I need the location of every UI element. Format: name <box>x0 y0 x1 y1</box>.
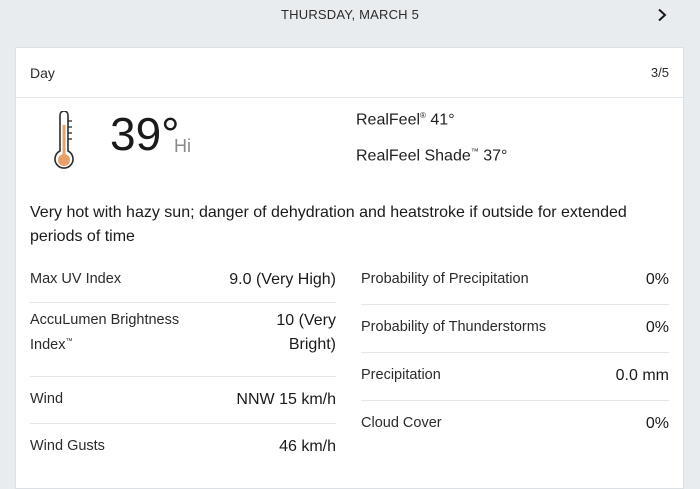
temperature-label: Hi <box>174 136 191 156</box>
details-right-column: Probability of Precipitation 0% Probabil… <box>361 256 669 449</box>
registered-mark: ® <box>420 111 426 120</box>
realfeel-shade-value: 37° <box>483 147 508 165</box>
detail-row-uv: Max UV Index 9.0 (Very High) <box>30 256 336 303</box>
details-left-column: Max UV Index 9.0 (Very High) AccuLumen B… <box>30 256 336 471</box>
card-header: Day 3/5 <box>16 48 683 98</box>
forecast-description: Very hot with hazy sun; danger of dehydr… <box>30 204 627 245</box>
detail-label: Wind <box>30 391 64 407</box>
detail-label: AccuLumen Brightness Index™ <box>30 309 205 376</box>
detail-row-acculumen: AccuLumen Brightness Index™ 10 (Very Bri… <box>30 303 336 377</box>
detail-value: 46 km/h <box>279 438 336 455</box>
date-navigation-bar: THURSDAY, MARCH 5 <box>0 0 700 34</box>
next-day-button[interactable] <box>652 4 672 26</box>
trademark-mark: ™ <box>65 338 73 345</box>
detail-label: Probability of Thunderstorms <box>361 319 547 335</box>
realfeel-row: RealFeel® 41° <box>356 111 455 129</box>
page-indicator: 3/5 <box>650 65 669 80</box>
detail-row-wind-gusts: Wind Gusts 46 km/h <box>30 424 336 471</box>
detail-value: 0% <box>645 271 669 288</box>
detail-value: 0.0 mm <box>615 367 669 384</box>
realfeel-label: RealFeel <box>356 111 421 129</box>
date-title: THURSDAY, MARCH 5 <box>281 7 419 22</box>
detail-label: Max UV Index <box>30 271 122 287</box>
detail-value: 0% <box>645 415 669 432</box>
detail-row-wind: Wind NNW 15 km/h <box>30 377 336 424</box>
detail-row-cloud-cover: Cloud Cover 0% <box>361 401 669 449</box>
detail-label: Probability of Precipitation <box>361 271 529 287</box>
detail-value: 0% <box>645 319 669 336</box>
thermometer-icon <box>54 111 74 169</box>
realfeel-value: 41° <box>430 111 455 129</box>
realfeel-shade-label: RealFeel Shade <box>356 147 471 165</box>
detail-label: Precipitation <box>361 367 441 383</box>
detail-value: 10 (Very Bright) <box>276 312 336 353</box>
detail-row-precip-probability: Probability of Precipitation 0% <box>361 256 669 305</box>
detail-row-thunder-probability: Probability of Thunderstorms 0% <box>361 305 669 353</box>
detail-value: 9.0 (Very High) <box>229 271 336 288</box>
detail-label: Cloud Cover <box>361 415 442 431</box>
day-forecast-card: Day 3/5 39° Hi RealFeel® 41° RealFeel Sh… <box>15 47 684 489</box>
chevron-right-icon <box>658 8 667 22</box>
detail-label: Wind Gusts <box>30 438 105 454</box>
realfeel-shade-row: RealFeel Shade™ 37° <box>356 147 507 165</box>
detail-value: NNW 15 km/h <box>236 391 336 408</box>
trademark-mark: ™ <box>470 147 479 156</box>
card-title: Day <box>30 65 55 81</box>
detail-label-text: AccuLumen Brightness Index <box>30 312 180 353</box>
temperature-value: 39° <box>110 108 180 160</box>
detail-row-precipitation: Precipitation 0.0 mm <box>361 353 669 401</box>
